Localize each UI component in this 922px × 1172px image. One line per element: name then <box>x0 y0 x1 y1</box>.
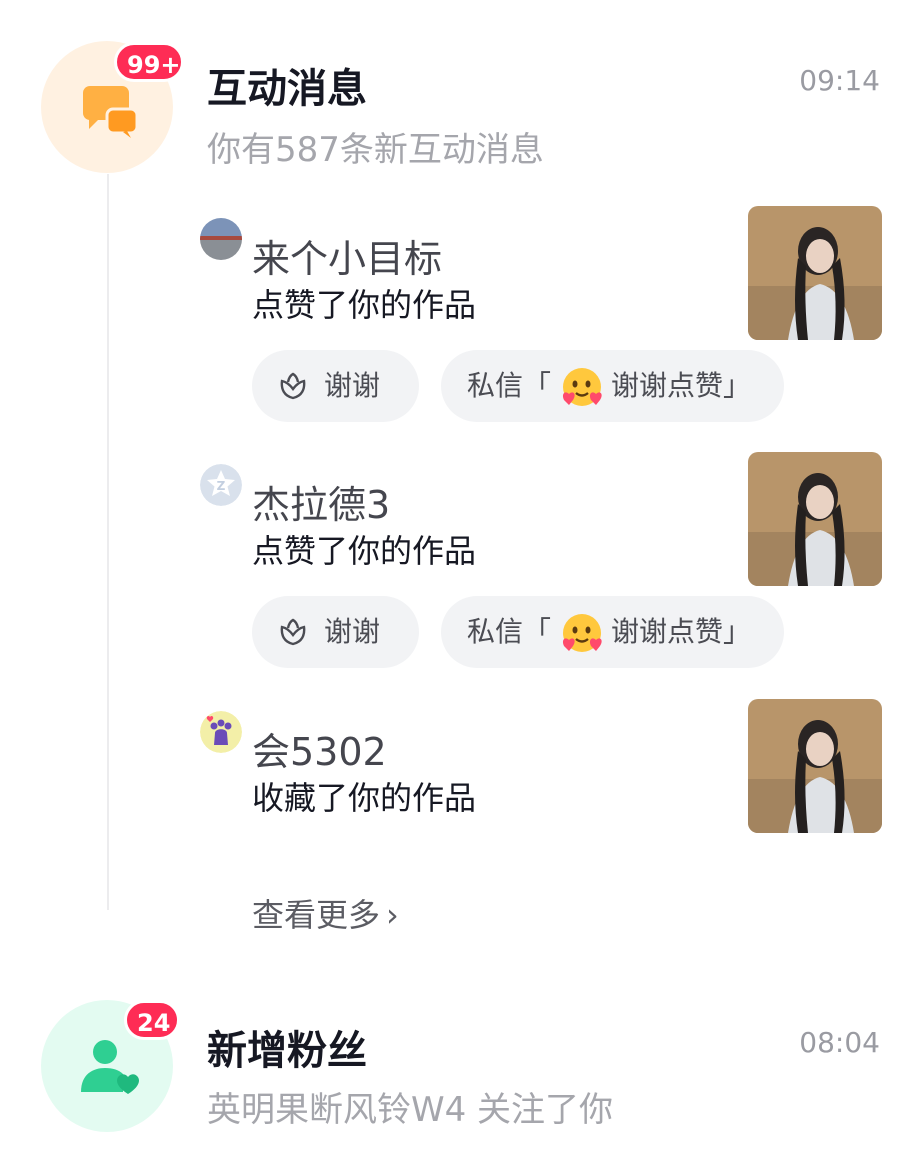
unread-badge: 99+ <box>114 42 184 82</box>
dm-thanks-button[interactable]: 私信「 谢谢点赞」 <box>441 596 784 668</box>
user-avatar[interactable] <box>200 711 242 753</box>
action-text: 点赞了你的作品 <box>252 286 477 324</box>
dm-thanks-button[interactable]: 私信「 谢谢点赞」 <box>441 350 784 422</box>
post-thumbnail[interactable] <box>748 206 882 340</box>
user-avatar[interactable]: Z <box>200 464 242 506</box>
notification-item[interactable]: 会5302 收藏了你的作品 <box>200 699 882 841</box>
action-text: 收藏了你的作品 <box>252 779 477 817</box>
new-fans-section[interactable]: 24 新增粉丝 08:04 英明果断风铃W4 关注了你 <box>0 990 922 1140</box>
username[interactable]: 来个小目标 <box>252 228 442 283</box>
username[interactable]: 杰拉德3 <box>252 474 390 529</box>
svg-text:Z: Z <box>217 479 226 493</box>
thanks-button[interactable]: 谢谢 <box>252 596 419 668</box>
chevron-right-icon: › <box>386 896 399 934</box>
user-avatar[interactable] <box>200 218 242 260</box>
hug-emoji-icon <box>562 368 602 406</box>
hug-emoji-icon <box>562 614 602 652</box>
photo-thumbnail-image <box>748 452 882 586</box>
dm-message: 谢谢点赞」 <box>611 615 752 648</box>
action-text: 点赞了你的作品 <box>252 532 477 570</box>
flower-icon <box>280 372 306 400</box>
new-fans-badge: 24 <box>124 1000 180 1040</box>
post-thumbnail[interactable] <box>748 452 882 586</box>
view-more-link[interactable]: 查看更多 › <box>252 890 399 936</box>
photo-thumbnail-image <box>748 699 882 833</box>
notification-item[interactable]: Z 杰拉德3 点赞了你的作品 谢谢 私信「 谢谢点赞」 <box>200 452 882 668</box>
flower-icon <box>280 618 306 646</box>
photo-thumbnail-image <box>748 206 882 340</box>
section-subtitle: 你有587条新互动消息 <box>207 130 544 170</box>
dm-prefix: 私信「 <box>467 369 552 402</box>
timestamp: 08:04 <box>799 1026 880 1059</box>
username[interactable]: 会5302 <box>252 721 387 776</box>
thanks-button[interactable]: 谢谢 <box>252 350 419 422</box>
paw-avatar-icon <box>200 711 242 753</box>
post-thumbnail[interactable] <box>748 699 882 833</box>
interaction-section[interactable]: 99+ 互动消息 09:14 你有587条新互动消息 <box>0 0 922 180</box>
thanks-label: 谢谢 <box>324 615 381 648</box>
landscape-avatar-icon <box>200 218 242 260</box>
default-avatar-icon: Z <box>200 464 242 506</box>
timeline-line <box>107 174 109 910</box>
dm-prefix: 私信「 <box>467 615 552 648</box>
thanks-label: 谢谢 <box>324 369 381 402</box>
notification-item[interactable]: 来个小目标 点赞了你的作品 谢谢 私信「 谢谢点赞」 <box>200 206 882 422</box>
section-title: 新增粉丝 <box>207 1028 367 1074</box>
section-subtitle: 英明果断风铃W4 关注了你 <box>207 1090 614 1130</box>
section-title: 互动消息 <box>207 66 367 112</box>
view-more-label: 查看更多 <box>252 896 381 934</box>
timestamp: 09:14 <box>799 64 880 97</box>
dm-message: 谢谢点赞」 <box>611 369 752 402</box>
